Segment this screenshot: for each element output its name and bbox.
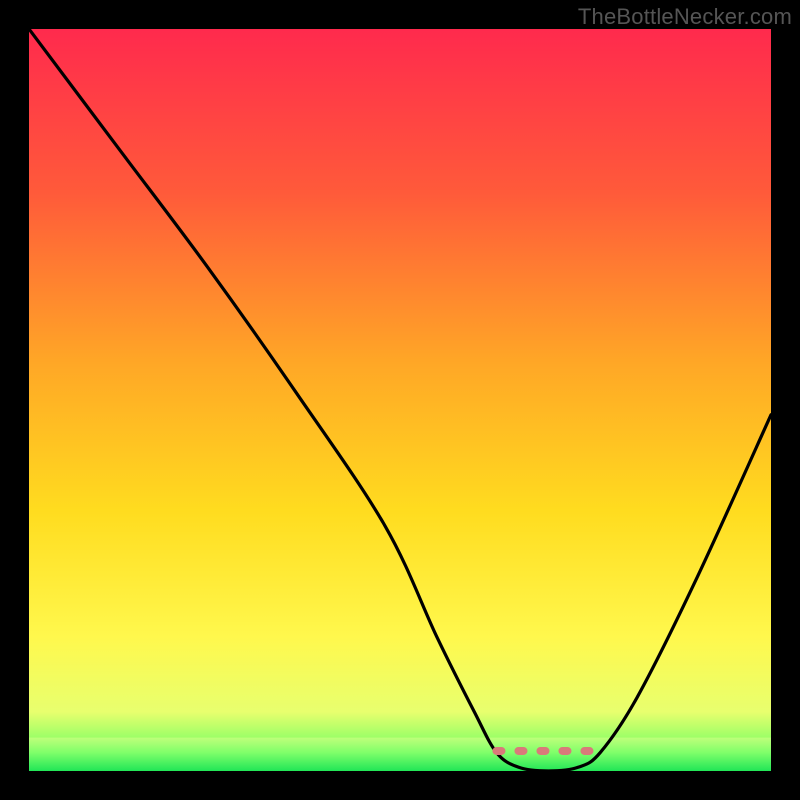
chart-svg — [29, 29, 771, 771]
chart-page: TheBottleNecker.com — [0, 0, 800, 800]
watermark-text: TheBottleNecker.com — [578, 4, 792, 30]
green-bottom-band — [29, 738, 771, 771]
gradient-background — [29, 29, 771, 771]
bottleneck-chart — [29, 29, 771, 771]
